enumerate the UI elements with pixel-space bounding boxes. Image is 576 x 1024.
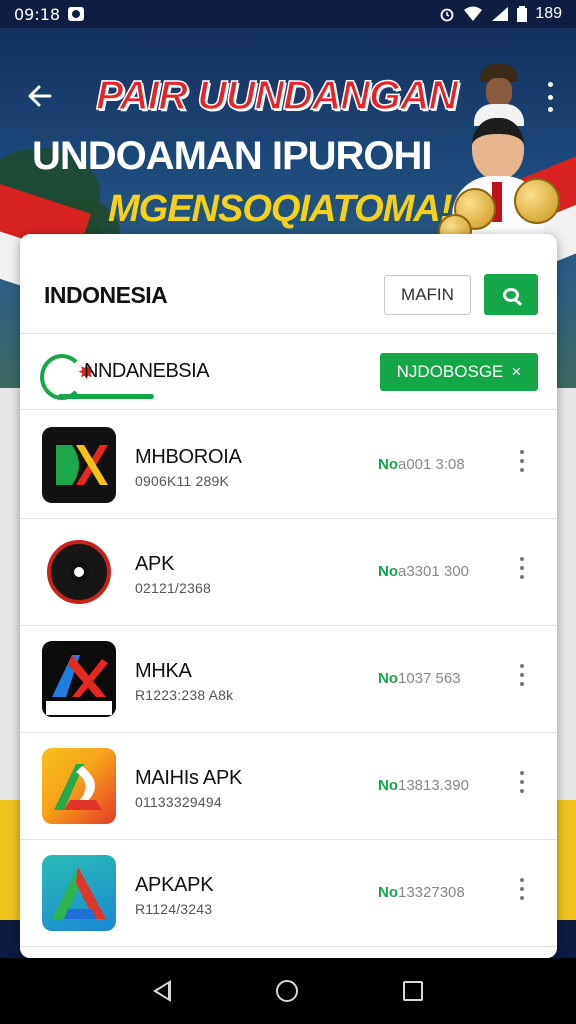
banner-tagline: MGENSOQIATOMA! — [108, 188, 452, 230]
app-code: No13813.390 — [378, 777, 469, 794]
back-button[interactable] — [24, 82, 56, 114]
system-navigation-bar — [0, 958, 576, 1024]
item-menu-button[interactable] — [518, 878, 526, 900]
app-subtitle: 02121/2368 — [135, 580, 211, 596]
banner-subtitle: UNDOAMAN IPUROHI — [32, 134, 433, 178]
list-item[interactable]: MHBOROIA 0906K11 289K Noa001 3:08 — [20, 412, 557, 519]
item-menu-button[interactable] — [518, 771, 526, 793]
app-code: Noa3301 300 — [378, 563, 469, 580]
app-code: No13327308 — [378, 884, 465, 901]
nav-back-icon[interactable] — [152, 980, 171, 1002]
more-options-button[interactable] — [544, 82, 556, 112]
nav-home-icon[interactable] — [275, 980, 298, 1002]
app-name: APKAPK — [135, 874, 214, 896]
officer-illustration — [474, 64, 524, 126]
app-name: APK — [135, 553, 175, 575]
filter-button[interactable]: MAFIN — [384, 275, 471, 315]
search-row: INDONESIA MAFIN — [20, 234, 557, 334]
app-subtitle: 01133329494 — [135, 794, 222, 810]
app-subtitle: 0906K11 289K — [135, 473, 230, 489]
dx-app-icon — [42, 427, 116, 503]
ax-app-icon — [42, 641, 116, 717]
item-menu-button[interactable] — [518, 450, 526, 472]
brand-name: NNDANEBSIA — [84, 360, 210, 382]
brand-row: ✸ NNDANEBSIA NJDOBOSGE × — [20, 334, 557, 410]
wifi-icon — [464, 6, 483, 21]
status-bar: 09:18 189 — [0, 0, 576, 28]
app-code: No1037 563 — [378, 670, 461, 687]
battery-level: 189 — [535, 5, 562, 22]
main-card: INDONESIA MAFIN ✸ NNDANEBSIA NJDOBOSGE × — [20, 234, 557, 958]
app-subtitle: R1124/3243 — [135, 901, 213, 917]
search-icon — [503, 287, 519, 302]
list-item[interactable]: MAIHIs APK 01133329494 No13813.390 — [20, 733, 557, 840]
country-label: INDONESIA — [44, 282, 168, 308]
coin-decoration — [514, 178, 560, 224]
filter-tag-label: NJDOBOSGE — [396, 362, 504, 381]
app-list: MHBOROIA 0906K11 289K Noa001 3:08 APK 02… — [20, 412, 557, 947]
list-item[interactable]: APKAPK R1124/3243 No13327308 — [20, 840, 557, 947]
app-notification-icon — [68, 7, 85, 21]
app-subtitle: R1223:238 A8k — [135, 687, 234, 703]
close-icon[interactable]: × — [511, 362, 521, 382]
banner-title: PAIR UUNDANGAN — [95, 71, 459, 119]
search-button[interactable] — [484, 274, 538, 315]
app-name: MAIHIs APK — [135, 767, 243, 789]
nav-recents-icon[interactable] — [403, 981, 424, 1001]
status-time: 09:18 — [14, 4, 61, 24]
alarm-icon — [440, 8, 454, 22]
app-name: MHKA — [135, 660, 192, 682]
app-name: MHBOROIA — [135, 446, 242, 468]
vinyl-app-icon — [42, 534, 116, 610]
signal-icon — [492, 7, 509, 21]
arrow-left-icon — [28, 85, 52, 107]
apkapk-app-icon — [42, 855, 116, 931]
list-item[interactable]: MHKA R1223:238 A8k No1037 563 — [20, 626, 557, 733]
app-code: Noa001 3:08 — [378, 456, 465, 473]
item-menu-button[interactable] — [518, 664, 526, 686]
status-icons: 189 — [439, 5, 562, 23]
filter-tag-chip[interactable]: NJDOBOSGE × — [380, 353, 538, 391]
battery-icon — [517, 6, 528, 22]
list-item[interactable]: APK 02121/2368 Noa3301 300 — [20, 519, 557, 626]
mahis-app-icon — [42, 748, 116, 824]
item-menu-button[interactable] — [518, 557, 526, 579]
